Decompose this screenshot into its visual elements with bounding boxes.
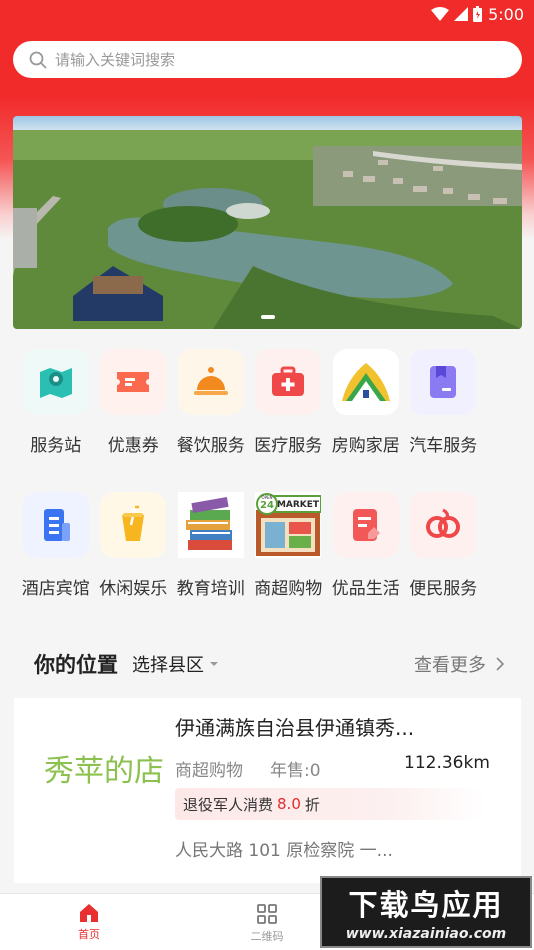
search-bar[interactable]: 请输入关键词搜索 bbox=[13, 41, 522, 78]
watermark-url: www.xiazainiao.com bbox=[345, 926, 507, 942]
category-service-station[interactable]: 服务站 bbox=[17, 349, 95, 456]
car-service-icon bbox=[410, 349, 477, 415]
promo-discount: 8.0 bbox=[277, 795, 301, 813]
shop-address: 人民大路 101 原检察院 一... bbox=[175, 841, 393, 861]
category-label: 便民服务 bbox=[409, 579, 478, 599]
banner-photo bbox=[13, 116, 522, 329]
category-medical[interactable]: 医疗服务 bbox=[250, 349, 328, 456]
market-sign-word: MARKET bbox=[277, 500, 320, 510]
category-grid-row-2: 酒店宾馆 休闲娱乐 教育培训 OPEN 24 MARKET 商超购物 优品生活 bbox=[0, 492, 534, 599]
home-icon bbox=[80, 904, 98, 922]
battery-icon bbox=[473, 6, 483, 22]
cloche-icon bbox=[177, 349, 244, 415]
category-quality-life[interactable]: 优品生活 bbox=[327, 492, 405, 599]
promo-suffix: 折 bbox=[304, 795, 320, 814]
category-label: 房购家居 bbox=[331, 436, 400, 456]
category-label: 酒店宾馆 bbox=[21, 579, 90, 599]
category-label: 休闲娱乐 bbox=[99, 579, 168, 599]
county-select-label: 选择县区 bbox=[132, 655, 204, 676]
status-bar: 5:00 bbox=[0, 0, 534, 28]
heart-icon bbox=[410, 492, 477, 558]
county-select[interactable]: 选择县区 bbox=[132, 651, 220, 677]
carousel-dot bbox=[260, 315, 275, 319]
category-supermarket[interactable]: OPEN 24 MARKET 商超购物 bbox=[250, 492, 328, 599]
category-grid-row-1: 服务站 优惠券 餐饮服务 医疗服务 房购家居 汽车服务 bbox=[0, 349, 534, 456]
signal-icon bbox=[454, 7, 469, 21]
drink-icon bbox=[100, 492, 167, 558]
category-education[interactable]: 教育培训 bbox=[172, 492, 250, 599]
books-icon bbox=[177, 492, 244, 558]
category-leisure[interactable]: 休闲娱乐 bbox=[95, 492, 173, 599]
category-label: 商超购物 bbox=[254, 579, 323, 599]
view-more-label: 查看更多 bbox=[414, 655, 486, 676]
medical-kit-icon bbox=[255, 349, 322, 415]
hotel-icon bbox=[22, 492, 89, 558]
category-convenience[interactable]: 便民服务 bbox=[405, 492, 483, 599]
coupon-icon bbox=[100, 349, 167, 415]
watermark-logo: 下载鸟应用 www.xiazainiao.com bbox=[320, 876, 532, 948]
shop-name: 伊通满族自治县伊通镇秀... bbox=[175, 716, 415, 740]
watermark-text: 下载鸟应用 bbox=[348, 888, 504, 922]
shop-category: 商超购物 bbox=[175, 761, 243, 781]
shop-logo: 秀苹的店 bbox=[44, 754, 164, 789]
banner-carousel[interactable] bbox=[13, 116, 522, 329]
location-section-header: 你的位置 选择县区 查看更多 bbox=[34, 646, 504, 682]
caret-down-icon bbox=[210, 662, 218, 666]
map-pin-icon bbox=[22, 349, 89, 415]
shop-promo-badge: 退役军人消费 8.0 折 bbox=[175, 788, 485, 820]
market-sign-hours: 24 bbox=[260, 500, 274, 511]
category-hotel[interactable]: 酒店宾馆 bbox=[17, 492, 95, 599]
category-car-service[interactable]: 汽车服务 bbox=[405, 349, 483, 456]
status-time: 5:00 bbox=[488, 4, 524, 24]
location-title: 你的位置 bbox=[34, 653, 118, 677]
tab-home-label: 首页 bbox=[78, 928, 100, 941]
search-icon bbox=[29, 51, 47, 68]
category-dining[interactable]: 餐饮服务 bbox=[172, 349, 250, 456]
carousel-indicator bbox=[13, 315, 522, 319]
market-icon: OPEN 24 MARKET bbox=[255, 492, 322, 558]
category-label: 服务站 bbox=[30, 436, 82, 456]
qrcode-icon bbox=[257, 904, 277, 924]
category-home[interactable]: 房购家居 bbox=[327, 349, 405, 456]
shop-card[interactable]: 秀苹的店 伊通满族自治县伊通镇秀... 商超购物 年售:0 112.36km 退… bbox=[14, 698, 521, 883]
shop-annual-sales: 年售:0 bbox=[270, 761, 321, 781]
house-icon bbox=[332, 349, 399, 415]
shop-distance: 112.36km bbox=[404, 753, 490, 773]
category-coupon[interactable]: 优惠券 bbox=[95, 349, 173, 456]
chevron-right-icon bbox=[496, 657, 504, 671]
wifi-icon bbox=[431, 7, 450, 21]
view-more-link[interactable]: 查看更多 bbox=[414, 651, 504, 677]
category-label: 优品生活 bbox=[331, 579, 400, 599]
tab-home[interactable]: 首页 bbox=[0, 894, 178, 950]
category-label: 教育培训 bbox=[176, 579, 245, 599]
category-label: 餐饮服务 bbox=[176, 436, 245, 456]
search-input[interactable]: 请输入关键词搜索 bbox=[55, 49, 175, 70]
promo-prefix: 退役军人消费 bbox=[183, 795, 274, 814]
category-label: 优惠券 bbox=[107, 436, 159, 456]
tab-qrcode-label: 二维码 bbox=[250, 930, 284, 943]
document-icon bbox=[332, 492, 399, 558]
category-label: 医疗服务 bbox=[254, 436, 323, 456]
category-label: 汽车服务 bbox=[409, 436, 478, 456]
